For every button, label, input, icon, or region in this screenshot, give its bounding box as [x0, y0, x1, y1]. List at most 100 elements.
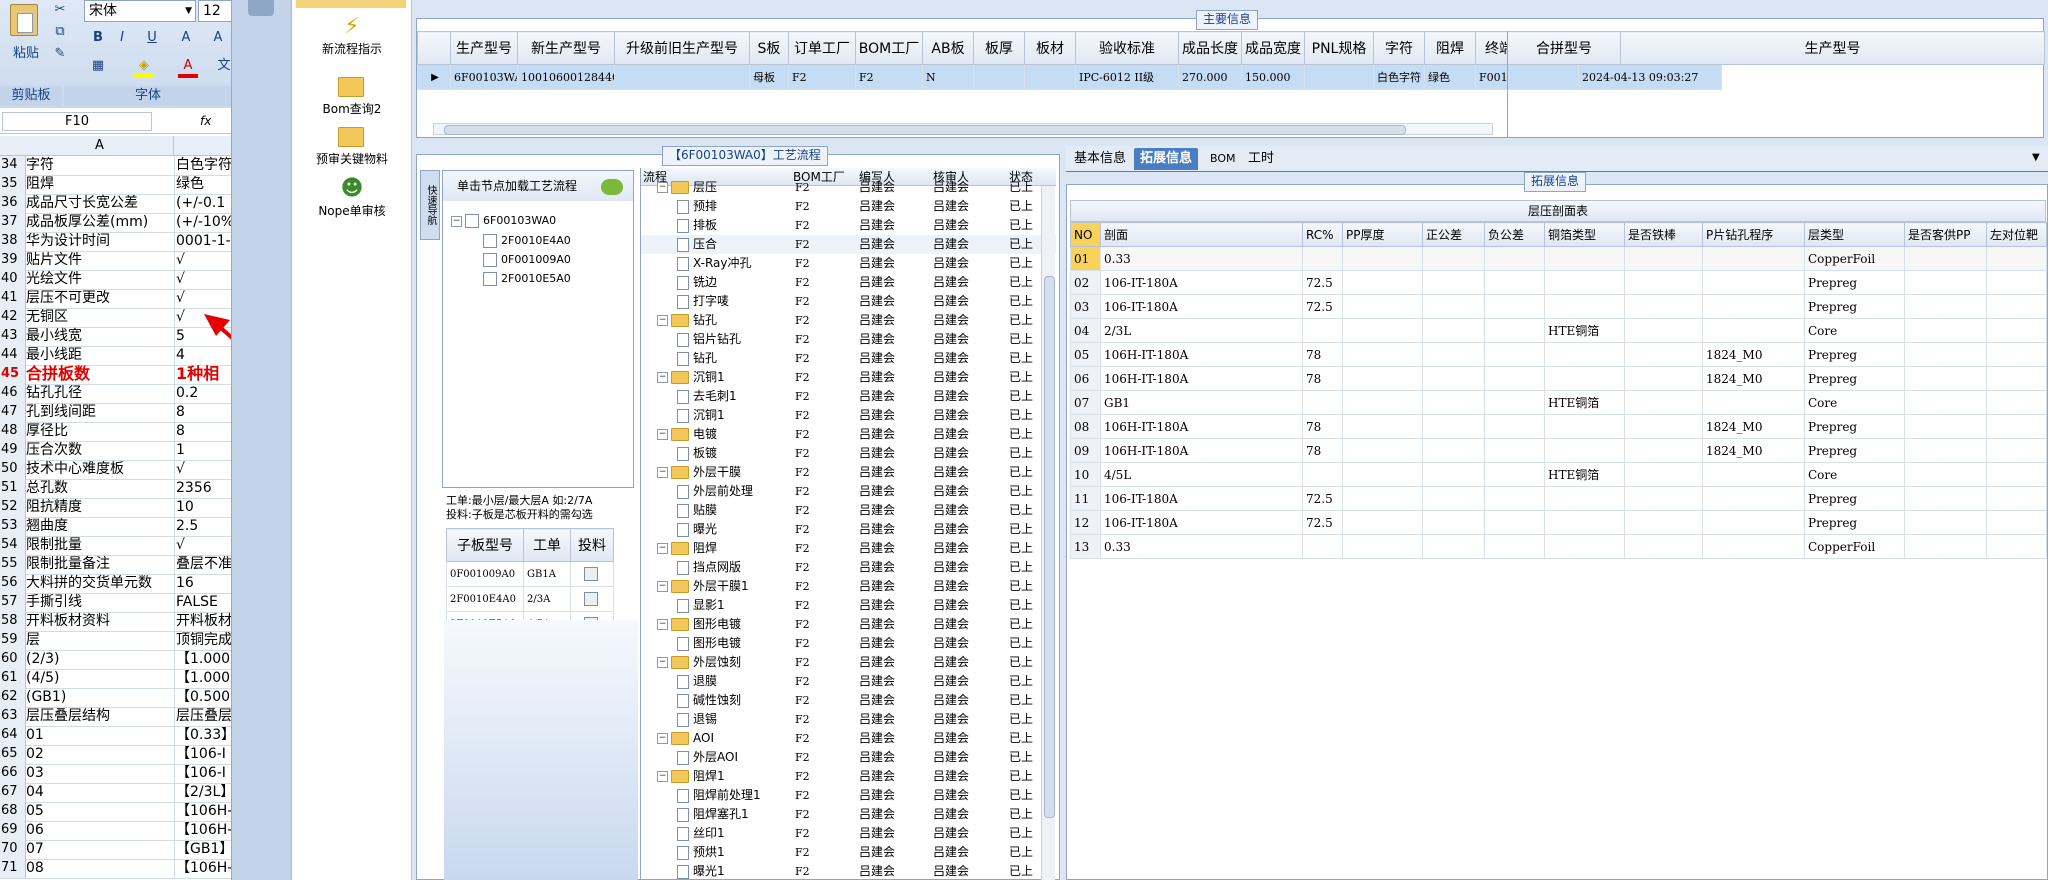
row-number[interactable]: 70 [0, 840, 26, 859]
lamination-cell[interactable] [1484, 486, 1545, 511]
flow-row[interactable]: 碱性蚀刻 F2 吕建会 吕建会 已上 [641, 691, 1056, 710]
lamination-cell[interactable] [1624, 438, 1703, 463]
cell-b[interactable]: 2356 [176, 479, 231, 498]
lamination-row[interactable]: 04 2/3L HTE铜箔 Core [1070, 318, 2047, 343]
cell-a[interactable]: 阻焊 [26, 175, 175, 194]
cell-b[interactable]: 【106H- [176, 859, 231, 878]
lamination-cell[interactable] [1624, 462, 1703, 487]
font-color-icon[interactable]: A [178, 56, 198, 76]
main-info-col-header[interactable]: 板材 [1024, 31, 1076, 65]
cell-b[interactable]: 【106-I [176, 745, 231, 764]
cell-b[interactable]: √ [176, 251, 231, 270]
lamination-cell[interactable]: 09 [1070, 438, 1101, 463]
cell-b[interactable]: 白色字符 [176, 156, 231, 175]
lamination-cell[interactable]: GB1 [1100, 390, 1303, 415]
row-number[interactable]: 50 [0, 460, 26, 479]
cell-a[interactable]: 最小线距 [26, 346, 175, 365]
comment-icon[interactable] [601, 179, 623, 195]
lamination-cell[interactable] [1422, 270, 1485, 295]
tree-child[interactable]: 2F0010E4A0 [483, 233, 571, 249]
flow-row[interactable]: 外层AOI F2 吕建会 吕建会 已上 [641, 748, 1056, 767]
lamination-cell[interactable]: 0.33 [1100, 246, 1303, 271]
flow-row[interactable]: 退膜 F2 吕建会 吕建会 已上 [641, 672, 1056, 691]
main-info-col-header[interactable]: S板 [749, 31, 789, 65]
lamination-cell[interactable]: 2/3L [1100, 318, 1303, 343]
cell-b[interactable]: 【2/3L】 [176, 783, 231, 802]
main-info-col-header[interactable]: 阻焊 [1424, 31, 1476, 65]
collapse-icon[interactable]: − [657, 429, 668, 440]
lamination-cell[interactable] [1624, 534, 1703, 559]
order-cell[interactable]: 2/3A [523, 586, 571, 612]
lamination-cell[interactable]: CopperFoil [1804, 246, 1905, 271]
lamination-cell[interactable] [1484, 366, 1545, 391]
lamination-cell[interactable]: Core [1804, 318, 1905, 343]
lamination-cell[interactable] [1342, 414, 1423, 439]
lamination-cell[interactable]: 78 [1302, 366, 1343, 391]
row-number[interactable]: 41 [0, 289, 26, 308]
lamination-cell[interactable]: CopperFoil [1804, 534, 1905, 559]
tab-extended-info[interactable]: 拓展信息 [1134, 148, 1199, 170]
scrollbar-thumb[interactable] [444, 125, 1406, 135]
flow-row[interactable]: − 钻孔 F2 吕建会 吕建会 已上 [641, 311, 1056, 330]
main-info-col-header[interactable]: PNL规格 [1304, 31, 1374, 65]
row-number[interactable]: 34 [0, 156, 26, 175]
launcher-item-new-flow[interactable]: ⚡ 新流程指示 [292, 14, 412, 57]
cell-b[interactable]: (+/-10% [176, 213, 231, 232]
cell-a[interactable]: 02 [26, 745, 175, 764]
main-info-col-header[interactable]: 升级前旧生产型号 [614, 31, 750, 65]
lamination-col-header[interactable]: 正公差 [1422, 222, 1485, 247]
collapse-icon[interactable]: − [657, 372, 668, 383]
flow-row[interactable]: 铝片钻孔 F2 吕建会 吕建会 已上 [641, 330, 1056, 349]
lamination-cell[interactable] [1302, 318, 1343, 343]
lamination-cell[interactable]: 78 [1302, 342, 1343, 367]
cell-a[interactable]: 08 [26, 859, 175, 878]
row-number[interactable]: 58 [0, 612, 26, 631]
lamination-cell[interactable] [1544, 246, 1625, 271]
lamination-col-header[interactable]: 铜箔类型 [1544, 222, 1625, 247]
lamination-cell[interactable] [1302, 462, 1343, 487]
flow-row[interactable]: 丝印1 F2 吕建会 吕建会 已上 [641, 824, 1056, 843]
cell-b[interactable]: √ [176, 270, 231, 289]
cell-b[interactable]: (+/-0.1 [176, 194, 231, 213]
feed-header[interactable]: 投料 [570, 528, 614, 562]
lamination-cell[interactable] [1702, 294, 1805, 319]
order-header[interactable]: 工单 [523, 528, 571, 562]
lamination-cell[interactable]: 78 [1302, 414, 1343, 439]
cell-a[interactable]: 华为设计时间 [26, 232, 175, 251]
row-number[interactable]: 42 [0, 308, 26, 327]
cell-a[interactable]: 合拼板数 [26, 365, 175, 384]
flow-row[interactable]: 图形电镀 F2 吕建会 吕建会 已上 [641, 634, 1056, 653]
lamination-cell[interactable] [1624, 486, 1703, 511]
cell-a[interactable]: 成品板厚公差(mm) [26, 213, 175, 232]
cell-a[interactable]: (GB1) [26, 688, 175, 707]
flow-row[interactable]: − 沉铜1 F2 吕建会 吕建会 已上 [641, 368, 1056, 387]
lamination-cell[interactable]: 106H-IT-180A [1100, 342, 1303, 367]
main-info-cell[interactable]: 白色字符 [1373, 64, 1425, 90]
row-number[interactable]: 46 [0, 384, 26, 403]
lamination-cell[interactable] [1986, 462, 2047, 487]
lamination-row[interactable]: 08 106H-IT-180A 78 1824_M0 Prepreg [1070, 414, 2047, 439]
lamination-cell[interactable]: 106-IT-180A [1100, 486, 1303, 511]
lamination-cell[interactable]: 106-IT-180A [1100, 270, 1303, 295]
lamination-row[interactable]: 06 106H-IT-180A 78 1824_M0 Prepreg [1070, 366, 2047, 391]
lamination-cell[interactable] [1302, 246, 1343, 271]
lamination-cell[interactable]: 03 [1070, 294, 1101, 319]
sub-model-cell[interactable]: 2F0010E4A0 [446, 586, 524, 612]
row-number[interactable]: 61 [0, 669, 26, 688]
main-info-cell[interactable]: 绿色 [1424, 64, 1476, 90]
flow-row[interactable]: 退锡 F2 吕建会 吕建会 已上 [641, 710, 1056, 729]
lamination-cell[interactable] [1904, 270, 1987, 295]
lamination-col-header[interactable]: 层类型 [1804, 222, 1905, 247]
lamination-cell[interactable] [1342, 510, 1423, 535]
lamination-cell[interactable]: 10 [1070, 462, 1101, 487]
lamination-col-header[interactable]: P片钻孔程序 [1702, 222, 1805, 247]
lamination-cell[interactable]: 4/5L [1100, 462, 1303, 487]
cell-b[interactable]: 【106H- [176, 802, 231, 821]
lamination-cell[interactable] [1484, 318, 1545, 343]
row-number[interactable]: 37 [0, 213, 26, 232]
lamination-row[interactable]: 05 106H-IT-180A 78 1824_M0 Prepreg [1070, 342, 2047, 367]
cell-a[interactable]: 层 [26, 631, 175, 650]
lamination-cell[interactable] [1544, 438, 1625, 463]
lamination-cell[interactable]: Prepreg [1804, 342, 1905, 367]
lamination-cell[interactable] [1904, 438, 1987, 463]
